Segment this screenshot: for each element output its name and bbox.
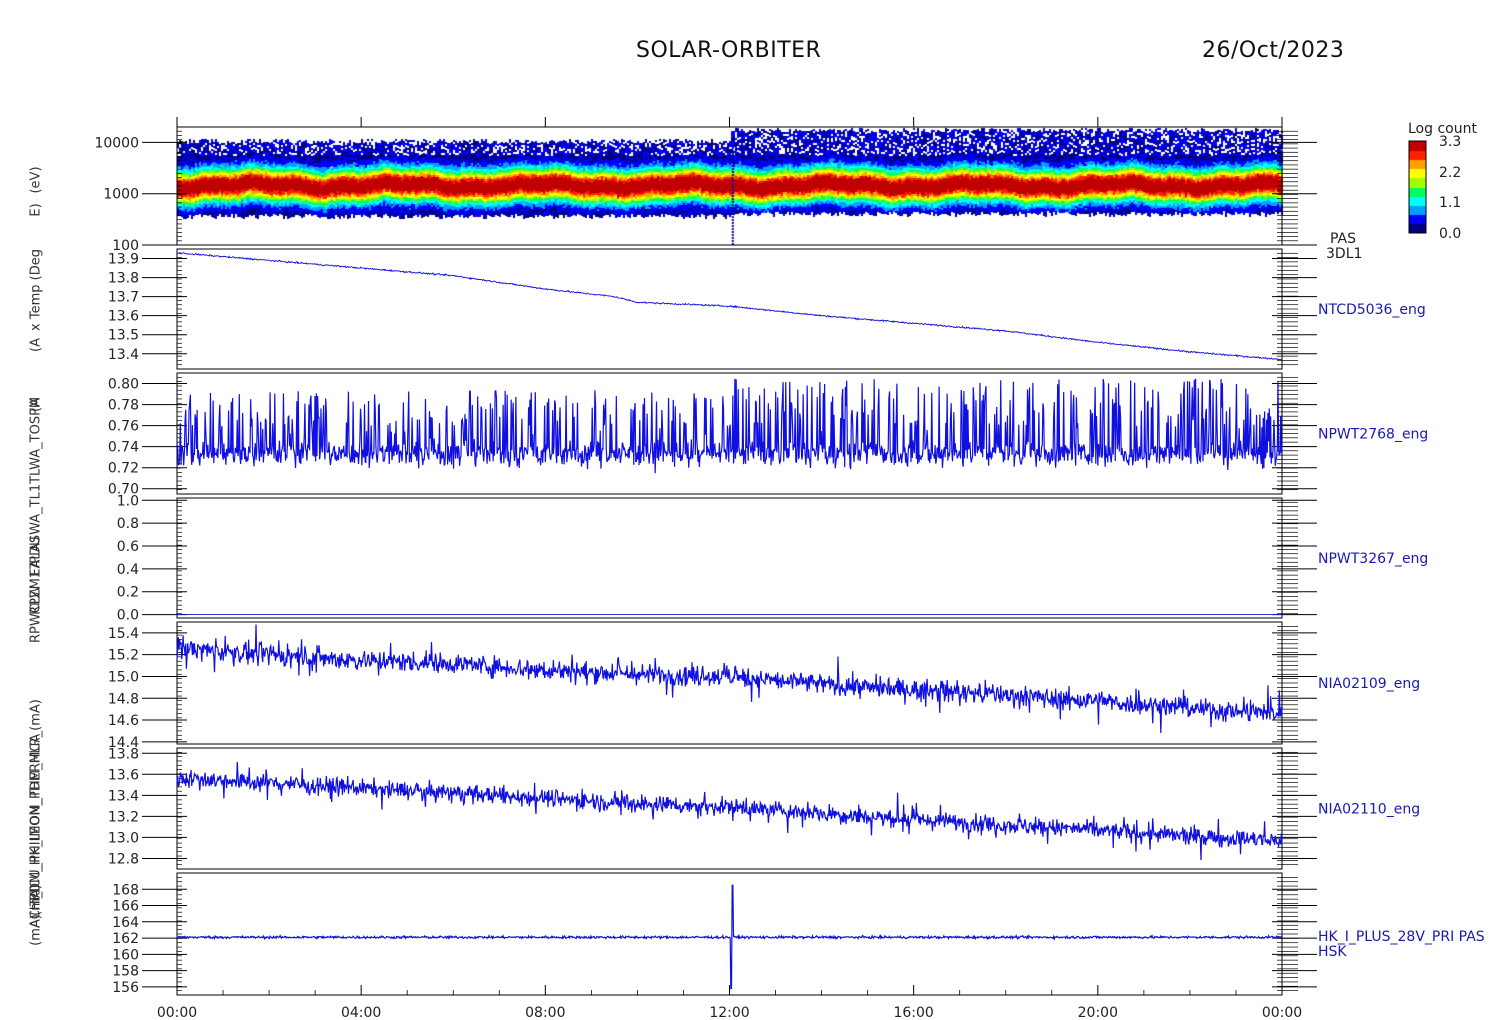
date-title: 26/Oct/2023 [1202,38,1345,63]
y-tick-label: 0.4 [117,562,139,578]
y-axis-title-text: SWA_TL1TLWA_TOSPM [28,396,44,544]
y-axis-title-text: E) [28,203,44,217]
x-tick-label: 20:00 [1078,1005,1118,1020]
y-tick-label: 13.6 [108,767,139,783]
y-tick-label: 0.74 [108,440,139,456]
panel-6: 13.8 13.6 13.4 13.2 13.0 12.8 NIA02110_eng [108,746,1420,870]
time-axis: 00:00 04:00 08:00 12:00 16:00 20:00 00:00 [157,117,1302,1020]
y-tick-label: 168 [112,882,139,898]
y-tick-label: 1.0 [117,493,139,509]
y-tick-label: 162 [112,931,139,947]
y-tick-label: 0.0 [117,608,139,624]
series-line [176,378,1283,474]
x-tick-label: 16:00 [893,1005,933,1020]
panel-1: 100001000100 PAS3DL1 [94,126,1362,262]
colorbar-tick-label: 0.0 [1439,226,1461,242]
series-line [176,251,1283,361]
y-tick-label: 14.6 [108,713,139,729]
y-tick-label: 164 [112,915,139,931]
instrument-label: PAS [1330,231,1356,247]
series-label: NPWT2768_eng [1318,427,1428,443]
x-tick-label: 00:00 [1262,1005,1302,1020]
y-tick-label: 0.78 [108,398,139,414]
y-tick-label: 15.0 [108,669,139,685]
colorbar-tick-label: 3.3 [1439,134,1461,150]
series-label: NTCD5036_eng [1318,302,1426,318]
stacked-timeseries-plot: Log count3.32.21.10.0100001000100 PAS3DL1… [94,117,1485,1020]
x-tick-label: 04:00 [341,1005,381,1020]
y-tick-label: 158 [112,964,139,980]
y-tick-label: 156 [112,980,139,996]
y-axis-title-text: RPWCL [28,596,44,644]
y-tick-label: 12.8 [108,851,139,867]
panel-4: 1.0 0.8 0.6 0.4 0.2 0.0 NPWT3267_eng [117,493,1429,623]
panel-7: 168166164162160158156 HK_I_PLUS_28V_PRI P… [112,872,1485,996]
series-label: NPWT3267_eng [1318,551,1428,567]
mission-title: SOLAR-ORBITER [636,38,822,63]
y-tick-label: 15.2 [108,648,139,664]
y-tick-label: 0.6 [117,539,139,555]
colorbar: Log count3.32.21.10.0 [1408,121,1477,242]
y-tick-label: 0.76 [108,419,139,435]
y-tick-label: 10000 [94,135,139,151]
series-line [176,624,1283,733]
y-tick-label: 0.8 [117,516,139,532]
y-axis-title-text: (mA) [28,914,44,946]
y-tick-label: 13.6 [108,309,139,325]
series-label: NIA02109_eng [1318,676,1420,692]
x-tick-label: 08:00 [525,1005,565,1020]
y-tick-label: 15.4 [108,626,139,642]
panel-frame [176,872,1283,996]
y-axis-title-text: EALA [28,543,44,577]
instrument-label: 3DL1 [1326,246,1362,262]
panel-frame [176,126,1283,246]
series-label: HSK [1318,944,1347,960]
y-tick-label: 13.9 [108,252,139,268]
y-tick-label: 14.8 [108,691,139,707]
panel-5: 15.415.215.014.814.614.4NIA02109_eng [108,621,1420,751]
panel-frame [176,248,1283,370]
colorbar-frame [1408,140,1427,234]
panel-frame [176,621,1283,745]
series-label: NIA02110_eng [1318,802,1420,818]
y-axis-title-text: PDM_HK_IMON_PDM_HLR_(mA) [28,699,44,901]
y-tick-label: 13.7 [108,290,139,306]
x-tick-label: 00:00 [157,1005,197,1020]
y-tick-label: 13.8 [108,271,139,287]
y-tick-label: 13.2 [108,809,139,825]
colorbar-tick-label: 1.1 [1439,195,1461,211]
y-axis-title-text: (eV) [28,166,44,194]
y-axis-title-text: (A [28,338,44,352]
y-tick-label: 13.4 [108,788,139,804]
y-tick-label: 13.8 [108,746,139,762]
y-tick-label: 160 [112,947,139,963]
y-tick-label: 0.72 [108,461,139,477]
y-tick-label: 13.0 [108,830,139,846]
x-tick-label: 12:00 [709,1005,749,1020]
y-axis-title-text: x Temp (Deg [28,249,44,331]
y-tick-label: 0.80 [108,377,139,393]
y-tick-label: 1000 [103,187,139,203]
series-line [176,761,1283,860]
panel-3: 0.800.780.760.740.720.70NPWT2768_eng [108,372,1428,498]
y-tick-label: 13.5 [108,328,139,344]
series-line [176,884,1283,990]
series-label: HK_I_PLUS_28V_PRI PAS [1318,929,1485,945]
panel-2: 13.9 13.8 13.7 13.6 13.5 13.4 NTCD5036_eng [108,248,1426,370]
panel-frame [176,497,1283,619]
colorbar-tick-label: 2.2 [1439,165,1461,181]
y-tick-label: 166 [112,899,139,915]
y-tick-label: 0.2 [117,585,139,601]
y-tick-label: 13.4 [108,347,139,363]
